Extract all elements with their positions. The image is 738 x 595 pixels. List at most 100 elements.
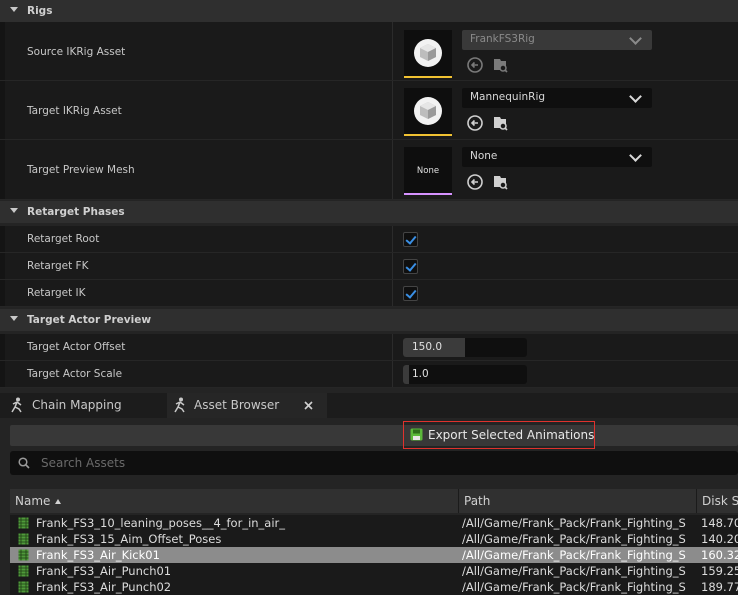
- target-ikrig-row: Target IKRig Asset MannequinRig: [0, 81, 738, 140]
- target-actor-scale-field[interactable]: 1.0: [403, 365, 527, 384]
- chevron-down-icon: [629, 149, 642, 162]
- column-disk-size-label: Disk S: [702, 494, 738, 508]
- column-name-header[interactable]: Name: [10, 489, 458, 513]
- scale-slider-fill: [403, 365, 410, 384]
- target-ikrig-value: MannequinRig: [470, 91, 546, 103]
- asset-disk-size: 189.77: [701, 580, 738, 594]
- search-assets-input[interactable]: Search Assets: [10, 451, 738, 475]
- animation-sequence-icon: [18, 549, 29, 561]
- checkmark-icon: [405, 260, 417, 272]
- column-path-header[interactable]: Path: [459, 489, 696, 513]
- rigs-section-title: Rigs: [27, 5, 53, 17]
- animation-sequence-icon: [18, 533, 29, 545]
- rigs-section-header[interactable]: Rigs: [0, 0, 738, 22]
- target-ikrig-thumbnail[interactable]: [404, 88, 452, 136]
- asset-name: Frank_FS3_15_Aim_Offset_Poses: [36, 532, 222, 546]
- preview-mesh-value: None: [470, 150, 498, 162]
- bottom-tab-bar: Chain Mapping Asset Browser: [0, 393, 738, 418]
- asset-path: /All/Game/Frank_Pack/Frank_Fighting_S: [462, 580, 686, 594]
- table-row[interactable]: Frank_FS3_10_leaning_poses__4_for_in_air…: [10, 515, 738, 531]
- retarget-fk-row: Retarget FK: [0, 253, 738, 280]
- find-in-browser-icon[interactable]: [491, 173, 509, 191]
- target-actor-scale-label: Target Actor Scale: [27, 368, 123, 380]
- table-row[interactable]: Frank_FS3_Air_Punch01 /All/Game/Frank_Pa…: [10, 563, 738, 579]
- target-actor-offset-value: 150.0: [412, 341, 443, 353]
- target-actor-preview-header[interactable]: Target Actor Preview: [0, 309, 738, 331]
- source-ikrig-row: Source IKRig Asset FrankFS3Rig: [0, 22, 738, 81]
- save-icon: [410, 428, 423, 441]
- retarget-pose-icon: [174, 397, 185, 413]
- asset-name: Frank_FS3_10_leaning_poses__4_for_in_air…: [36, 516, 286, 530]
- source-ikrig-label: Source IKRig Asset: [27, 46, 126, 58]
- asset-path: /All/Game/Frank_Pack/Frank_Fighting_S: [462, 564, 686, 578]
- sort-ascending-icon: [55, 499, 61, 504]
- source-ikrig-dropdown[interactable]: FrankFS3Rig: [462, 30, 652, 50]
- target-ikrig-label: Target IKRig Asset: [27, 105, 122, 117]
- target-preview-mesh-row: Target Preview Mesh None None: [0, 140, 738, 200]
- target-actor-offset-field[interactable]: 150.0: [403, 338, 527, 357]
- checkmark-icon: [405, 287, 417, 299]
- retarget-ik-label: Retarget IK: [27, 287, 86, 299]
- close-icon[interactable]: [304, 401, 313, 410]
- column-path-label: Path: [464, 494, 491, 508]
- search-icon: [18, 457, 30, 469]
- asset-disk-size: 140.20: [701, 532, 738, 546]
- asset-path: /All/Game/Frank_Pack/Frank_Fighting_S: [462, 516, 686, 530]
- tab-asset-browser-label: Asset Browser: [194, 398, 280, 412]
- source-ikrig-value: FrankFS3Rig: [470, 33, 535, 45]
- target-ikrig-dropdown[interactable]: MannequinRig: [462, 88, 652, 108]
- asset-path: /All/Game/Frank_Pack/Frank_Fighting_S: [462, 532, 686, 546]
- ikrig-asset-icon: [414, 97, 442, 125]
- target-actor-offset-row: Target Actor Offset 150.0: [0, 334, 738, 361]
- export-toolbar: [10, 425, 738, 446]
- preview-mesh-thumb-text: None: [416, 166, 440, 176]
- retarget-ik-checkbox[interactable]: [403, 286, 418, 301]
- table-row-selected[interactable]: Frank_FS3_Air_Kick01 /All/Game/Frank_Pac…: [10, 547, 738, 563]
- asset-name: Frank_FS3_Air_Punch01: [36, 564, 172, 578]
- table-row[interactable]: Frank_FS3_15_Aim_Offset_Poses /All/Game/…: [10, 531, 738, 547]
- target-actor-scale-value: 1.0: [412, 368, 429, 380]
- browse-back-icon[interactable]: [466, 173, 484, 191]
- browse-back-icon[interactable]: [466, 114, 484, 132]
- retarget-phases-title: Retarget Phases: [27, 206, 125, 218]
- collapse-arrow-icon: [10, 7, 18, 12]
- tab-chain-mapping-label: Chain Mapping: [32, 398, 122, 412]
- ikrig-asset-icon: [414, 39, 442, 67]
- target-actor-preview-title: Target Actor Preview: [27, 314, 152, 326]
- retarget-root-checkbox[interactable]: [403, 232, 418, 247]
- chevron-down-icon: [629, 90, 642, 103]
- retarget-root-label: Retarget Root: [27, 233, 100, 245]
- asset-path: /All/Game/Frank_Pack/Frank_Fighting_S: [462, 548, 686, 562]
- animation-sequence-icon: [18, 517, 29, 529]
- asset-disk-size: 159.25: [701, 564, 738, 578]
- asset-name: Frank_FS3_Air_Kick01: [36, 548, 160, 562]
- target-preview-mesh-label: Target Preview Mesh: [27, 164, 135, 176]
- target-actor-offset-label: Target Actor Offset: [27, 341, 126, 353]
- column-disk-size-header[interactable]: Disk S: [697, 489, 738, 513]
- target-actor-scale-row: Target Actor Scale 1.0: [0, 361, 738, 388]
- retarget-root-row: Retarget Root: [0, 226, 738, 253]
- collapse-arrow-icon: [10, 316, 18, 321]
- browse-back-icon[interactable]: [466, 56, 484, 74]
- collapse-arrow-icon: [10, 208, 18, 213]
- preview-mesh-thumbnail[interactable]: None: [404, 147, 452, 195]
- retarget-fk-label: Retarget FK: [27, 260, 89, 272]
- source-ikrig-thumbnail[interactable]: [404, 30, 452, 78]
- retarget-fk-checkbox[interactable]: [403, 259, 418, 274]
- checkmark-icon: [405, 233, 417, 245]
- asset-table-header: Name Path Disk S: [10, 489, 738, 513]
- find-in-browser-icon[interactable]: [491, 56, 509, 74]
- retarget-phases-header[interactable]: Retarget Phases: [0, 201, 738, 223]
- table-row[interactable]: Frank_FS3_Air_Punch02 /All/Game/Frank_Pa…: [10, 579, 738, 595]
- tab-asset-browser[interactable]: Asset Browser: [167, 393, 327, 418]
- find-in-browser-icon[interactable]: [491, 114, 509, 132]
- asset-disk-size: 148.70: [701, 516, 738, 530]
- export-selected-label: Export Selected Animations: [428, 428, 595, 442]
- column-name-label: Name: [15, 494, 51, 508]
- retarget-pose-icon: [11, 397, 22, 413]
- chevron-down-icon: [629, 32, 642, 45]
- preview-mesh-dropdown[interactable]: None: [462, 147, 652, 167]
- search-placeholder: Search Assets: [41, 456, 126, 470]
- tab-chain-mapping[interactable]: Chain Mapping: [0, 393, 160, 418]
- export-selected-button[interactable]: Export Selected Animations: [403, 421, 595, 449]
